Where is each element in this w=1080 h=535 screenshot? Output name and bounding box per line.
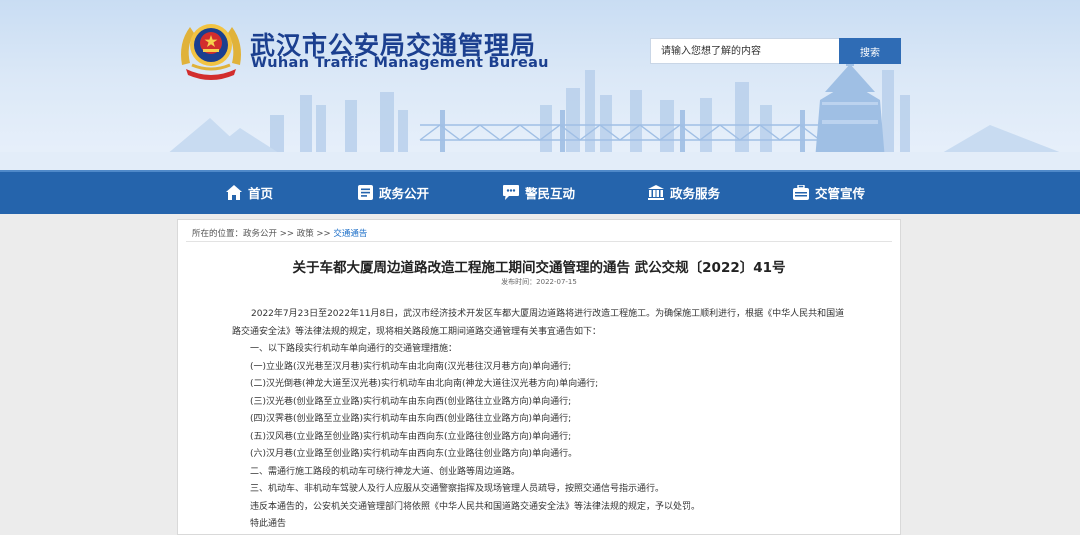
breadcrumb-link-government-affairs[interactable]: 政务公开 — [243, 229, 277, 239]
breadcrumb-separator: >> — [279, 229, 294, 239]
article-paragraph: 2022年7月23日至2022年11月8日，武汉市经济技术开发区车都大厦周边道路… — [232, 309, 845, 337]
nav-item-traffic-publicity[interactable]: 交管宣传 — [793, 172, 865, 212]
breadcrumb-prefix: 所在的位置： — [192, 229, 244, 239]
search-button[interactable]: 搜索 — [839, 38, 901, 64]
breadcrumb-separator: >> — [316, 229, 331, 239]
article-panel: 所在的位置：政务公开 >> 政策 >> 交通通告 关于车都大厦周边道路改造工程施… — [177, 219, 901, 535]
nav-item-label: 首页 — [248, 185, 274, 201]
article-paragraph: 三、机动车、非机动车驾驶人及行人应服从交通警察指挥及现场管理人员疏导，按照交通信… — [250, 484, 665, 494]
main-navigation: 首页 政务公开 警民互动 政务服务 交管宣传 — [0, 170, 1080, 214]
publish-date-label: 发布时间： — [501, 278, 537, 286]
article-paragraph: (三)汉光巷(创业路至立业路)实行机动车由东向西(创业路往立业路方向)单向通行; — [250, 396, 572, 407]
police-emblem-icon — [181, 24, 241, 80]
breadcrumb-link-traffic-notices[interactable]: 交通通告 — [333, 229, 367, 239]
nav-item-police-interaction[interactable]: 警民互动 — [503, 172, 575, 212]
city-skyline-illustration — [0, 56, 1080, 170]
breadcrumb: 所在的位置：政务公开 >> 政策 >> 交通通告 — [192, 227, 367, 239]
article-body: 2022年7月23日至2022年11月8日，武汉市经济技术开发区车都大厦周边道路… — [232, 306, 848, 534]
article-paragraph: (四)汉霁巷(创业路至立业路)实行机动车由东向西(创业路往立业路方向)单向通行; — [250, 414, 572, 424]
divider — [186, 241, 892, 242]
nav-item-label: 交管宣传 — [815, 185, 866, 201]
breadcrumb-link-policy[interactable]: 政策 — [297, 229, 314, 239]
nav-item-label: 警民互动 — [525, 185, 576, 201]
article-paragraph: 一、以下路段实行机动车单向通行的交通管理措施： — [250, 344, 458, 354]
chat-icon — [503, 184, 519, 200]
briefcase-icon — [793, 184, 809, 200]
article-paragraph: (五)汉风巷(立业路至创业路)实行机动车由西向东(立业路往创业路方向)单向通行; — [250, 431, 572, 442]
nav-item-home[interactable]: 首页 — [226, 172, 273, 212]
article-title: 关于车都大厦周边道路改造工程施工期间交通管理的通告 武公交规〔2022〕41号 — [292, 260, 786, 276]
home-icon — [226, 184, 242, 200]
nav-item-government-services[interactable]: 政务服务 — [648, 172, 720, 212]
article-paragraph: (二)汉光倒巷(神龙大道至汉光巷)实行机动车由北向南(神龙大道往汉光巷方向)单向… — [250, 379, 599, 389]
article-paragraph: 二、需通行施工路段的机动车可绕行神龙大道、创业路等周边道路。 — [250, 466, 521, 477]
site-header: 武汉市公安局交通管理局 Wuhan Traffic Management Bur… — [0, 0, 1080, 170]
search-input[interactable] — [650, 38, 840, 64]
publish-date: 发布时间：2022-07-15 — [178, 277, 900, 287]
article-paragraph: (一)立业路(汉光巷至汉月巷)实行机动车由北向南(汉光巷往汉月巷方向)单向通行; — [250, 361, 572, 372]
article-paragraph: 特此通告 — [250, 519, 287, 529]
article-paragraph: 违反本通告的，公安机关交通管理部门将依照《中华人民共和国道路交通安全法》等法律法… — [250, 501, 701, 512]
document-icon — [358, 184, 373, 200]
article-paragraph: (六)汉月巷(立业路至创业路)实行机动车由西向东(立业路往创业路方向)单向通行。 — [250, 449, 578, 459]
nav-item-government-affairs[interactable]: 政务公开 — [358, 172, 429, 212]
publish-date-value: 2022-07-15 — [536, 278, 577, 286]
nav-item-label: 政务公开 — [379, 185, 430, 201]
building-icon — [648, 184, 664, 200]
site-subtitle: Wuhan Traffic Management Bureau — [251, 55, 549, 71]
nav-item-label: 政务服务 — [670, 185, 721, 201]
